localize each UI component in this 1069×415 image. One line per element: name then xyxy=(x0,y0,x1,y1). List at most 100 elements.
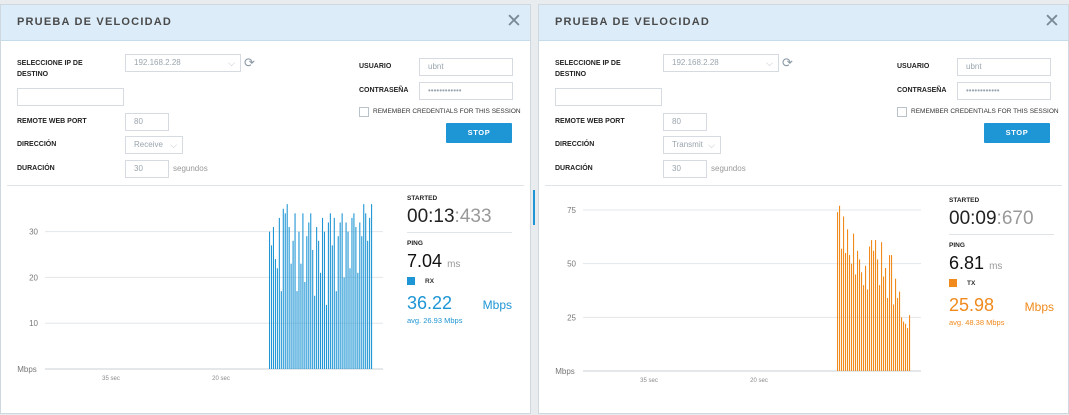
direction-value: Transmit xyxy=(672,140,703,149)
throughput-bar xyxy=(274,259,276,369)
y-tick-label: 30 xyxy=(29,228,38,237)
tx-legend-swatch xyxy=(949,279,957,287)
remote-port-input[interactable]: 80 xyxy=(663,113,707,131)
throughput-bar xyxy=(867,289,869,371)
dialog-title: PRUEBA DE VELOCIDAD xyxy=(17,16,173,28)
stop-button[interactable]: STOP xyxy=(984,123,1050,143)
password-label: CONTRASEÑA xyxy=(897,87,947,94)
remote-port-input[interactable]: 80 xyxy=(125,113,169,131)
throughput-bar xyxy=(347,231,349,369)
throughput-bar xyxy=(843,216,845,371)
throughput-bar xyxy=(318,240,320,369)
throughput-bar xyxy=(329,213,331,369)
custom-ip-input[interactable] xyxy=(17,88,124,106)
throughput-bar xyxy=(847,229,849,371)
ping-value-group: 6.81 ms xyxy=(949,253,1002,277)
rx-rate-unit: Mbps xyxy=(482,298,512,312)
throughput-chart: 25 50 75 Mbps 35 sec 20 sec xyxy=(555,205,921,384)
throughput-bar xyxy=(320,272,322,369)
throughput-bar xyxy=(367,240,369,369)
duration-label: DURACIÓN xyxy=(555,165,593,172)
y-tick-label: 25 xyxy=(567,313,576,322)
close-icon[interactable]: ✕ xyxy=(1042,12,1062,32)
throughput-bar xyxy=(365,213,367,369)
direction-select[interactable]: Transmit ⌵ xyxy=(663,136,721,154)
y-axis-label: Mbps xyxy=(17,365,37,374)
custom-ip-input[interactable] xyxy=(555,88,662,106)
direction-label: DIRECCIÓN xyxy=(555,141,595,148)
throughput-bar xyxy=(335,291,337,369)
duration-label: DURACIÓN xyxy=(17,165,55,172)
throughput-bar xyxy=(270,245,273,369)
remote-port-label: REMOTE WEB PORT xyxy=(17,118,87,125)
throughput-bar xyxy=(308,222,310,369)
throughput-bar xyxy=(903,321,905,371)
password-label: CONTRASEÑA xyxy=(359,87,409,94)
throughput-bar xyxy=(839,205,841,371)
password-input[interactable]: •••••••••••• xyxy=(957,82,1051,100)
stop-button[interactable]: STOP xyxy=(446,123,512,143)
close-icon[interactable]: ✕ xyxy=(504,12,524,32)
throughput-bar xyxy=(895,278,897,371)
rx-legend-swatch xyxy=(407,277,415,285)
user-input[interactable]: ubnt xyxy=(419,58,513,76)
throughput-bar xyxy=(887,298,889,371)
direction-select[interactable]: Receive ⌵ xyxy=(125,136,183,154)
y-axis-label: Mbps xyxy=(555,367,575,376)
refresh-icon[interactable]: ⟳ xyxy=(782,56,793,70)
password-input[interactable]: •••••••••••• xyxy=(419,82,513,100)
throughput-bar xyxy=(881,242,883,371)
throughput-bar xyxy=(331,245,333,369)
user-label: USUARIO xyxy=(359,63,392,70)
throughput-bar xyxy=(306,236,308,369)
throughput-bar xyxy=(845,252,847,371)
remember-checkbox[interactable] xyxy=(897,107,907,117)
started-label: STARTED xyxy=(949,197,980,204)
chevron-down-icon: ⌵ xyxy=(766,58,773,68)
refresh-icon[interactable]: ⟳ xyxy=(244,56,255,70)
dest-ip-label: SELECCIONE IP DE xyxy=(555,60,621,67)
dialog-title: PRUEBA DE VELOCIDAD xyxy=(555,16,711,28)
throughput-bar xyxy=(294,213,296,369)
throughput-bar xyxy=(855,274,857,371)
throughput-bar xyxy=(357,272,359,369)
started-main: 00:09 xyxy=(949,208,997,229)
throughput-bar xyxy=(298,231,300,369)
throughput-bar xyxy=(875,240,877,371)
stats-divider xyxy=(949,234,1054,235)
user-input[interactable]: ubnt xyxy=(957,58,1051,76)
seconds-unit: segundos xyxy=(173,164,208,173)
dest-ip-label-2: DESTINO xyxy=(555,71,587,78)
throughput-bar xyxy=(278,217,280,369)
throughput-bar xyxy=(883,276,885,371)
throughput-bar xyxy=(292,240,294,369)
started-label: STARTED xyxy=(407,195,438,202)
y-tick-label: 20 xyxy=(29,273,38,282)
speed-test-dialog-receive: PRUEBA DE VELOCIDAD ✕ SELECCIONE IP DE D… xyxy=(0,4,531,414)
user-value: ubnt xyxy=(966,62,982,71)
throughput-bar xyxy=(901,317,903,371)
throughput-bar xyxy=(863,285,865,371)
dest-ip-select[interactable]: 192.168.2.28 ⌵ xyxy=(663,54,779,72)
remember-label: REMEMBER CREDENTIALS FOR THIS SESSION xyxy=(373,108,521,115)
throughput-bar xyxy=(361,236,363,369)
speed-test-dialog-transmit: PRUEBA DE VELOCIDAD ✕ SELECCIONE IP DE D… xyxy=(538,4,1069,414)
throughput-bar xyxy=(865,265,867,371)
ping-unit: ms xyxy=(447,259,461,270)
duration-value: 30 xyxy=(672,164,681,173)
remember-checkbox[interactable] xyxy=(359,107,369,117)
ping-value: 6.81 xyxy=(949,253,985,273)
remember-label: REMEMBER CREDENTIALS FOR THIS SESSION xyxy=(911,108,1059,115)
duration-input[interactable]: 30 xyxy=(663,160,707,178)
throughput-bar xyxy=(857,250,859,371)
dest-ip-select[interactable]: 192.168.2.28 ⌵ xyxy=(125,54,241,72)
duration-input[interactable]: 30 xyxy=(125,160,169,178)
dest-ip-value: 192.168.2.28 xyxy=(134,58,181,67)
throughput-bar xyxy=(300,263,302,369)
throughput-bar xyxy=(310,213,312,369)
throughput-bar xyxy=(269,231,271,369)
throughput-bar xyxy=(841,248,843,371)
rx-legend-label: RX xyxy=(425,278,435,285)
throughput-bar xyxy=(353,213,355,369)
throughput-bar xyxy=(879,285,881,371)
